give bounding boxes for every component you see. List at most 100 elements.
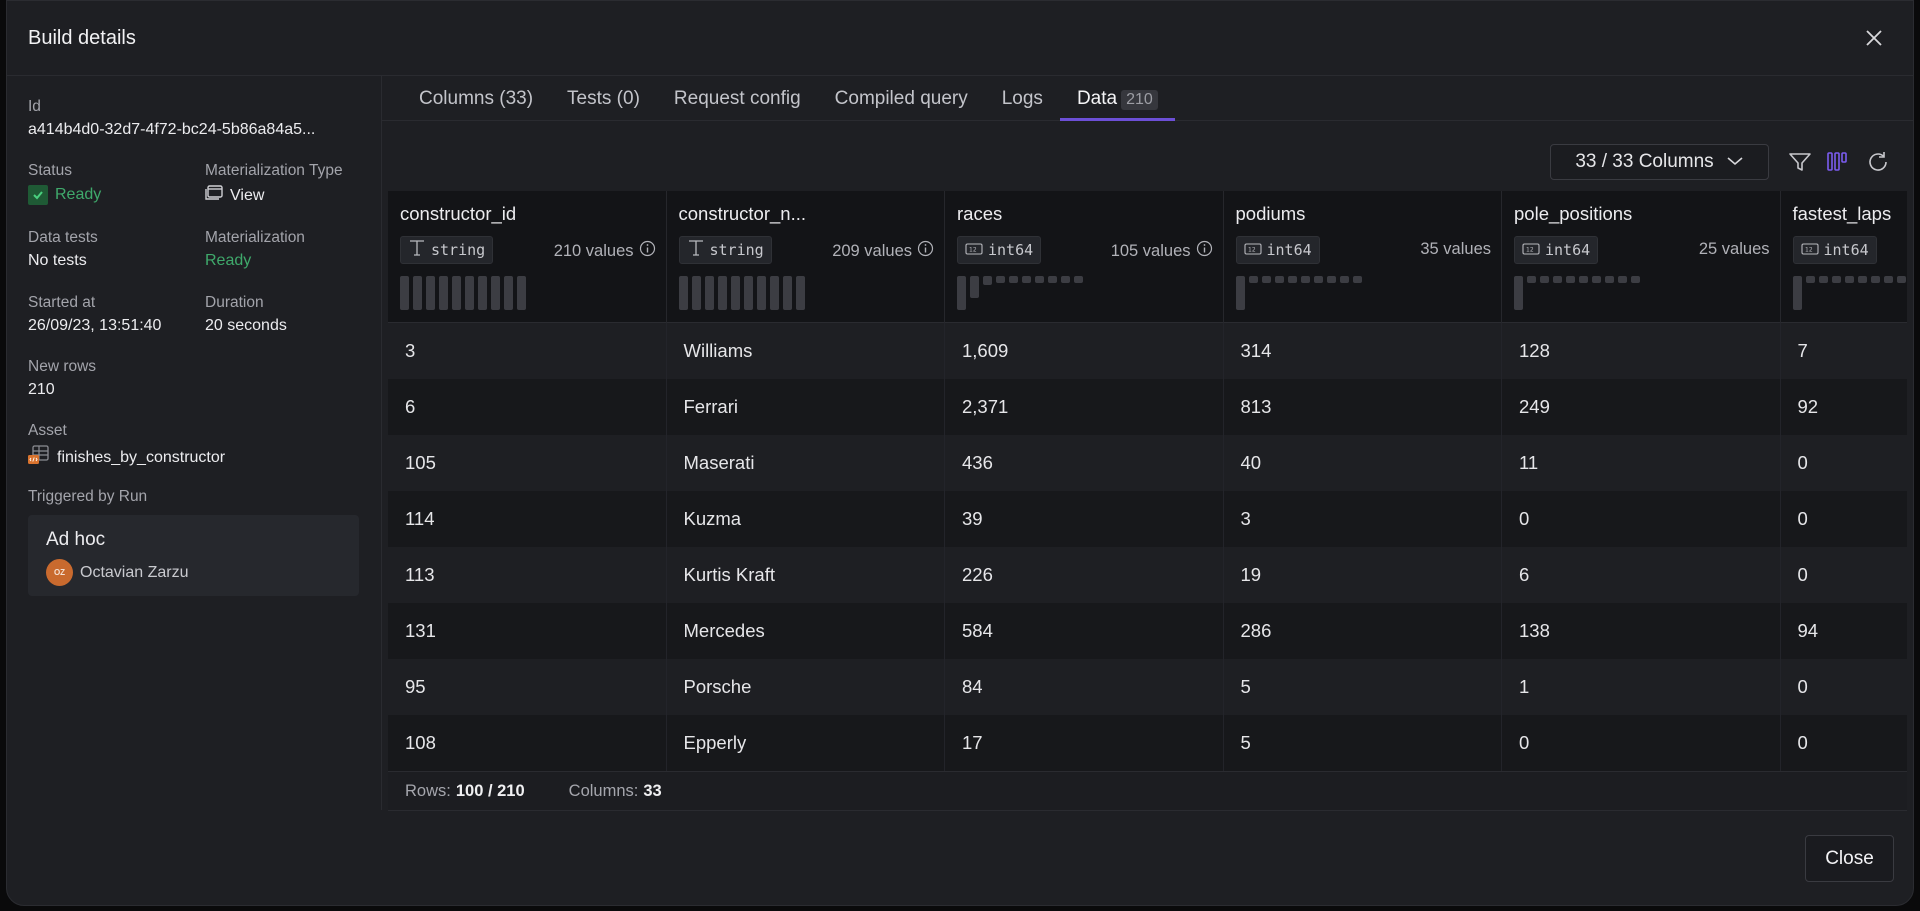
- info-icon[interactable]: [1196, 240, 1213, 262]
- avatar: OZ: [46, 559, 73, 586]
- values-text: 35 values: [1420, 240, 1491, 258]
- table-cell: 0: [1781, 491, 1908, 547]
- column-type-chip: string: [678, 236, 772, 264]
- field-materialization-type: Materialization Type View: [205, 162, 343, 206]
- column-header[interactable]: fastest_laps 12 int64: [1781, 191, 1908, 323]
- table-row[interactable]: 114 Kuzma 39 3 0 0: [388, 491, 1907, 547]
- table-cell: 436: [945, 435, 1224, 491]
- info-icon[interactable]: [639, 240, 656, 262]
- tab-request-config[interactable]: Request config: [657, 76, 818, 120]
- histogram-bar: [1235, 276, 1245, 310]
- column-header[interactable]: races 12 int64 105 values: [945, 191, 1224, 323]
- columns-stat: Columns: 33: [569, 782, 662, 801]
- histogram-bar: [1566, 276, 1575, 283]
- refresh-icon[interactable]: [1865, 149, 1891, 175]
- table-row[interactable]: 6 Ferrari 2,371 813 249 92: [388, 379, 1907, 435]
- rows-value: 100 / 210: [455, 781, 525, 800]
- histogram-bar: [1605, 276, 1614, 283]
- table-cell: 813: [1224, 379, 1502, 435]
- asset-link[interactable]: finishes_by_constructor: [28, 445, 225, 470]
- run-card[interactable]: Ad hoc OZ Octavian Zarzu: [28, 515, 359, 596]
- distinct-values-count: 35 values: [1420, 240, 1491, 259]
- column-header[interactable]: constructor_n... string 209 values: [667, 191, 945, 323]
- table-cell: 0: [1781, 547, 1908, 603]
- histogram-bar: [983, 276, 992, 285]
- tab-tests[interactable]: Tests (0): [550, 76, 657, 120]
- close-icon[interactable]: [1863, 27, 1885, 49]
- field-materialization: Materialization Ready: [205, 229, 305, 270]
- table-cell: 5: [1224, 715, 1502, 771]
- table-row[interactable]: 95 Porsche 84 5 1 0: [388, 659, 1907, 715]
- text-type-icon: [408, 239, 426, 261]
- tab-label: Tests (0): [567, 88, 640, 109]
- histogram-bar: [1048, 276, 1057, 283]
- tab-columns[interactable]: Columns (33): [402, 76, 550, 120]
- column-header[interactable]: podiums 12 int64 35 values: [1224, 191, 1502, 323]
- table-row[interactable]: 108 Epperly 17 5 0 0: [388, 715, 1907, 771]
- tab-data[interactable]: Data 210: [1059, 76, 1175, 121]
- table-header: constructor_id string 210 values constructo…: [388, 191, 1907, 323]
- column-name: podiums: [1235, 203, 1306, 224]
- histogram-bar: [678, 276, 688, 310]
- asset-label: Asset: [28, 422, 67, 439]
- histogram-bar: [1540, 276, 1549, 283]
- column-header[interactable]: constructor_id string 210 values: [388, 191, 667, 323]
- table-cell: 584: [945, 603, 1224, 659]
- histogram-bar: [1818, 276, 1828, 283]
- dbt-model-icon: [28, 445, 50, 470]
- table-cell: 131: [388, 603, 667, 659]
- table-cell: 39: [945, 491, 1224, 547]
- table-cell: 2,371: [945, 379, 1224, 435]
- columns-label: Columns:: [568, 781, 639, 800]
- histogram-bar: [1022, 276, 1031, 283]
- histogram-bar: [730, 276, 740, 310]
- column-header[interactable]: pole_positions 12 int64 25 values: [1502, 191, 1781, 323]
- view-icon: [205, 185, 223, 206]
- table-cell: 6: [388, 379, 667, 435]
- histogram-bar: [1553, 276, 1562, 283]
- column-type-chip: 12 int64: [1514, 236, 1599, 264]
- chevron-down-icon: [1726, 151, 1744, 173]
- triggered-label: Triggered by Run: [28, 488, 148, 505]
- duration-label: Duration: [205, 294, 264, 311]
- modal-title: Build details: [28, 27, 136, 49]
- run-user: OZ Octavian Zarzu: [46, 559, 188, 586]
- data-toolbar: 33 / 33 Columns: [382, 121, 1913, 191]
- close-button[interactable]: Close: [1805, 835, 1894, 882]
- info-icon[interactable]: [917, 240, 934, 262]
- column-selector-dropdown[interactable]: 33 / 33 Columns: [1550, 144, 1769, 180]
- tab-count-badge: 210: [1121, 90, 1158, 110]
- values-text: 105 values: [1110, 241, 1191, 260]
- column-stats-icon[interactable]: [1825, 149, 1851, 175]
- table-cell: Mercedes: [667, 603, 945, 659]
- histogram-bar: [1831, 276, 1841, 283]
- tab-logs[interactable]: Logs: [985, 76, 1060, 120]
- column-name: races: [957, 203, 1003, 224]
- filter-icon[interactable]: [1787, 149, 1813, 175]
- table-row[interactable]: 131 Mercedes 584 286 138 94: [388, 603, 1907, 659]
- tab-compiled-query[interactable]: Compiled query: [818, 76, 985, 120]
- histogram-bar: [704, 276, 714, 310]
- histogram-bar: [1844, 276, 1854, 283]
- histogram-bar: [1792, 276, 1802, 310]
- table-row[interactable]: 105 Maserati 436 40 11 0: [388, 435, 1907, 491]
- table-cell: 113: [388, 547, 667, 603]
- run-title: Ad hoc: [46, 529, 106, 550]
- histogram-bar: [517, 276, 526, 310]
- table-cell: 128: [1502, 323, 1781, 379]
- modal-header: Build details: [7, 1, 1913, 76]
- tab-label: Compiled query: [834, 88, 968, 109]
- table-row[interactable]: 113 Kurtis Kraft 226 19 6 0: [388, 547, 1907, 603]
- histogram-bar: [769, 276, 779, 310]
- table-row[interactable]: 3 Williams 1,609 314 128 7: [388, 323, 1907, 379]
- distinct-values-count: 25 values: [1699, 240, 1770, 259]
- table-cell: 95: [388, 659, 667, 715]
- column-type-chip: 12 int64: [957, 236, 1042, 264]
- table-cell: 0: [1502, 715, 1781, 771]
- histogram-bar: [1352, 276, 1362, 283]
- table-cell: 0: [1781, 659, 1908, 715]
- histogram-bar: [743, 276, 753, 310]
- field-new-rows: New rows 210: [28, 358, 96, 399]
- histogram-bar: [1592, 276, 1601, 283]
- table-cell: 0: [1781, 715, 1908, 771]
